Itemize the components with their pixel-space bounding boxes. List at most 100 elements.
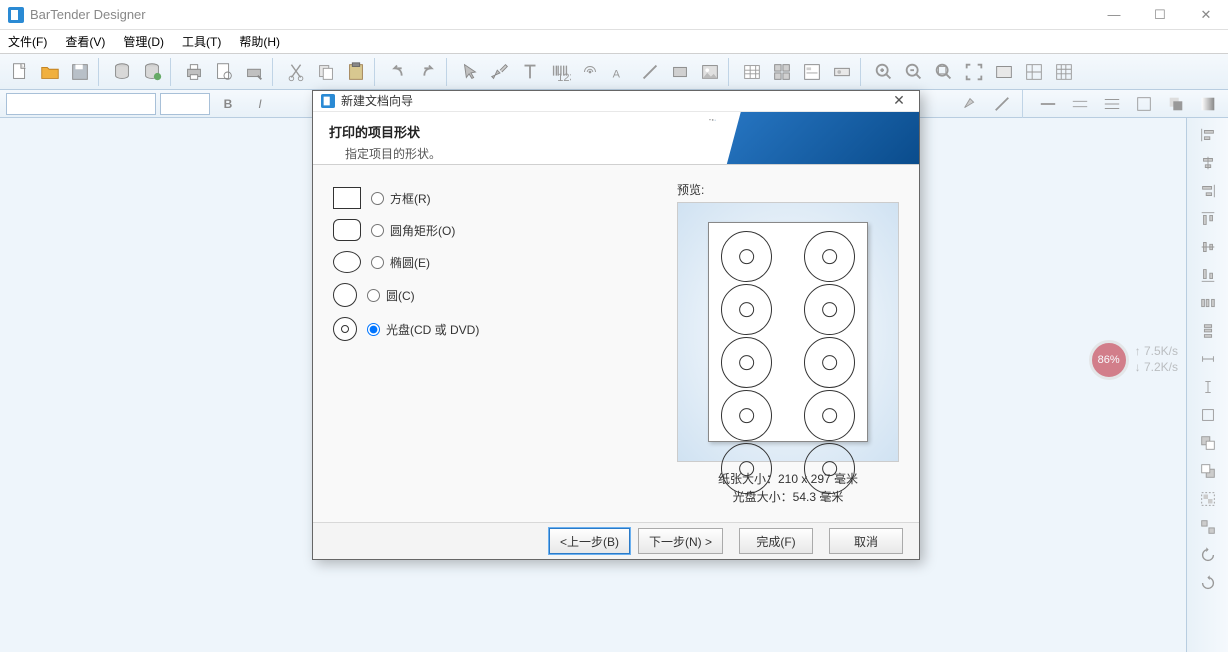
wizard-close-button[interactable]: ✕ — [887, 92, 911, 109]
option-rounded-rect[interactable]: 圆角矩形(O) — [333, 219, 657, 241]
redo-button[interactable] — [414, 58, 442, 86]
save-button[interactable] — [66, 58, 94, 86]
preview-disc — [721, 284, 772, 335]
menu-tools[interactable]: 工具(T) — [182, 33, 221, 50]
network-widget[interactable]: 86% ↑ 7.5K/s ↓ 7.2K/s — [1089, 340, 1178, 380]
distribute-h-button[interactable] — [1192, 290, 1224, 316]
same-height-button[interactable] — [1192, 374, 1224, 400]
print-button[interactable] — [180, 58, 208, 86]
print-preview-button[interactable] — [210, 58, 238, 86]
radio-disc[interactable] — [367, 323, 380, 336]
copy-button[interactable] — [312, 58, 340, 86]
label-rectangle: 方框(R) — [390, 190, 431, 207]
menu-file[interactable]: 文件(F) — [8, 33, 47, 50]
cut-button[interactable] — [282, 58, 310, 86]
align-bottom-button[interactable] — [1192, 262, 1224, 288]
preview-disc — [804, 284, 855, 335]
align-left-button[interactable] — [1192, 122, 1224, 148]
line-style2-button[interactable] — [1066, 90, 1094, 118]
form-tool[interactable] — [798, 58, 826, 86]
line-style3-button[interactable] — [1098, 90, 1126, 118]
font-tool[interactable]: A — [606, 58, 634, 86]
radio-ellipse[interactable] — [371, 256, 384, 269]
wizard-banner: 597001 A7-118 — [699, 112, 919, 164]
shape-options: 方框(R) 圆角矩形(O) 椭圆(E) 圆(C) 光盘(CD 或 DVD) — [333, 181, 657, 506]
preview-box — [677, 202, 899, 462]
next-button[interactable]: 下一步(N) > — [638, 528, 723, 554]
bold-button[interactable]: B — [214, 90, 242, 118]
paintbrush-tool[interactable] — [486, 58, 514, 86]
view1-button[interactable] — [990, 58, 1018, 86]
option-rectangle[interactable]: 方框(R) — [333, 187, 657, 209]
window-close-button[interactable]: ✕ — [1192, 7, 1220, 23]
pointer-tool[interactable] — [456, 58, 484, 86]
view2-button[interactable] — [1020, 58, 1048, 86]
ellipse-icon — [333, 251, 361, 273]
percent-circle: 86% — [1089, 340, 1129, 380]
rotate-left-button[interactable] — [1192, 542, 1224, 568]
radio-circle[interactable] — [367, 289, 380, 302]
same-width-button[interactable] — [1192, 346, 1224, 372]
field-tool[interactable] — [828, 58, 856, 86]
table-tool[interactable] — [738, 58, 766, 86]
same-size-button[interactable] — [1192, 402, 1224, 428]
gradient-button[interactable] — [1194, 90, 1222, 118]
line-tool[interactable] — [636, 58, 664, 86]
grid-button[interactable] — [1050, 58, 1078, 86]
arrange-toolbar — [1186, 118, 1228, 652]
border-style-button[interactable] — [1130, 90, 1158, 118]
back-button[interactable]: <上一步(B) — [549, 528, 630, 554]
layout-tool[interactable] — [768, 58, 796, 86]
radio-rounded-rect[interactable] — [371, 224, 384, 237]
line-style1-button[interactable] — [1034, 90, 1062, 118]
upload-speed: 7.5K/s — [1144, 344, 1178, 358]
cancel-button[interactable]: 取消 — [829, 528, 903, 554]
bring-front-button[interactable] — [1192, 430, 1224, 456]
new-doc-button[interactable] — [6, 58, 34, 86]
fit-screen-button[interactable] — [960, 58, 988, 86]
align-top-button[interactable] — [1192, 206, 1224, 232]
align-center-h-button[interactable] — [1192, 150, 1224, 176]
send-back-button[interactable] — [1192, 458, 1224, 484]
group-button[interactable] — [1192, 486, 1224, 512]
distribute-v-button[interactable] — [1192, 318, 1224, 344]
undo-button[interactable] — [384, 58, 412, 86]
italic-button[interactable]: I — [246, 90, 274, 118]
open-button[interactable] — [36, 58, 64, 86]
picture-tool[interactable] — [696, 58, 724, 86]
option-disc[interactable]: 光盘(CD 或 DVD) — [333, 317, 657, 341]
database-button[interactable] — [108, 58, 136, 86]
finish-button[interactable]: 完成(F) — [739, 528, 813, 554]
option-circle[interactable]: 圆(C) — [333, 283, 657, 307]
db-connect-button[interactable] — [138, 58, 166, 86]
align-middle-button[interactable] — [1192, 234, 1224, 260]
font-family-combo[interactable] — [6, 93, 156, 115]
ungroup-button[interactable] — [1192, 514, 1224, 540]
line-color-button[interactable] — [988, 90, 1016, 118]
zoom-out-button[interactable] — [900, 58, 928, 86]
app-icon — [8, 7, 24, 23]
app-title: BarTender Designer — [30, 7, 1100, 22]
menu-view[interactable]: 查看(V) — [65, 33, 105, 50]
paste-button[interactable] — [342, 58, 370, 86]
zoom-fit-button[interactable] — [930, 58, 958, 86]
menu-help[interactable]: 帮助(H) — [239, 33, 280, 50]
label-circle: 圆(C) — [386, 287, 415, 304]
shape-tool[interactable] — [666, 58, 694, 86]
preview-disc — [804, 231, 855, 282]
barcode-tool[interactable]: 123 — [546, 58, 574, 86]
align-right-button[interactable] — [1192, 178, 1224, 204]
shadow-button[interactable] — [1162, 90, 1190, 118]
window-maximize-button[interactable]: ☐ — [1146, 7, 1174, 23]
option-ellipse[interactable]: 椭圆(E) — [333, 251, 657, 273]
fill-color-button[interactable] — [956, 90, 984, 118]
text-tool[interactable] — [516, 58, 544, 86]
menu-manage[interactable]: 管理(D) — [123, 33, 164, 50]
zoom-in-button[interactable] — [870, 58, 898, 86]
radio-rectangle[interactable] — [371, 192, 384, 205]
window-minimize-button[interactable]: — — [1100, 7, 1128, 23]
font-size-combo[interactable] — [160, 93, 210, 115]
print-ops-button[interactable] — [240, 58, 268, 86]
rotate-right-button[interactable] — [1192, 570, 1224, 596]
rfid-tool[interactable] — [576, 58, 604, 86]
